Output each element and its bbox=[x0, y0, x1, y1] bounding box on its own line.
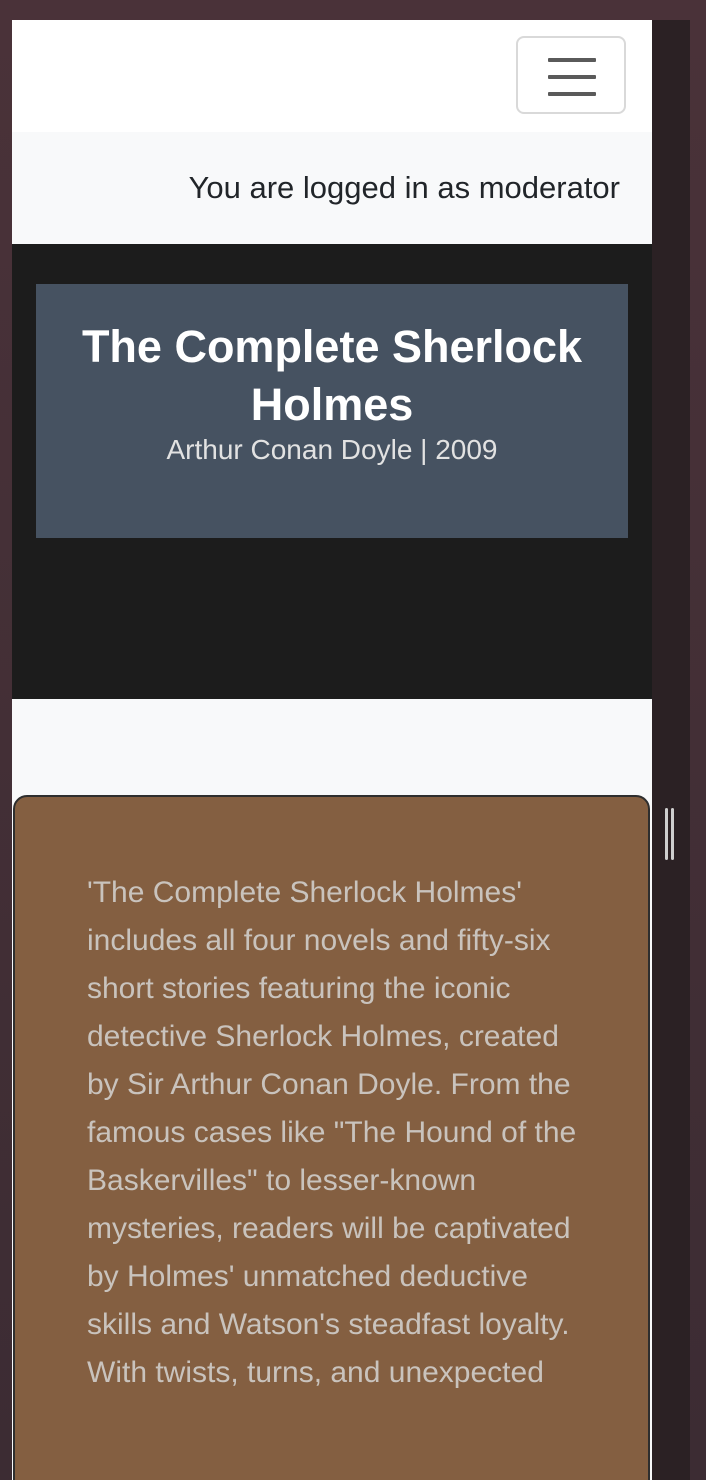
section-spacer bbox=[12, 699, 652, 795]
book-hero: The Complete Sherlock Holmes Arthur Cona… bbox=[12, 244, 652, 699]
hamburger-line bbox=[548, 75, 596, 79]
resize-handle-icon[interactable] bbox=[665, 808, 675, 860]
book-title-card: The Complete Sherlock Holmes Arthur Cona… bbox=[36, 284, 628, 538]
resize-handle-bar bbox=[665, 808, 668, 860]
resize-handle-bar bbox=[671, 808, 674, 860]
book-description-card: 'The Complete Sherlock Holmes' includes … bbox=[13, 795, 650, 1480]
book-author-year: Arthur Conan Doyle | 2009 bbox=[166, 434, 498, 465]
login-status-bar: You are logged in as moderator bbox=[12, 132, 652, 244]
hamburger-line bbox=[548, 92, 596, 96]
book-description: 'The Complete Sherlock Holmes' includes … bbox=[87, 876, 577, 1389]
side-panel bbox=[652, 20, 690, 1480]
navbar bbox=[12, 20, 652, 132]
page-viewport: You are logged in as moderator The Compl… bbox=[12, 20, 652, 1480]
login-status-text: You are logged in as moderator bbox=[188, 170, 620, 205]
hamburger-line bbox=[548, 58, 596, 62]
navbar-toggler-button[interactable] bbox=[516, 36, 626, 114]
book-title: The Complete Sherlock Holmes bbox=[81, 321, 583, 430]
